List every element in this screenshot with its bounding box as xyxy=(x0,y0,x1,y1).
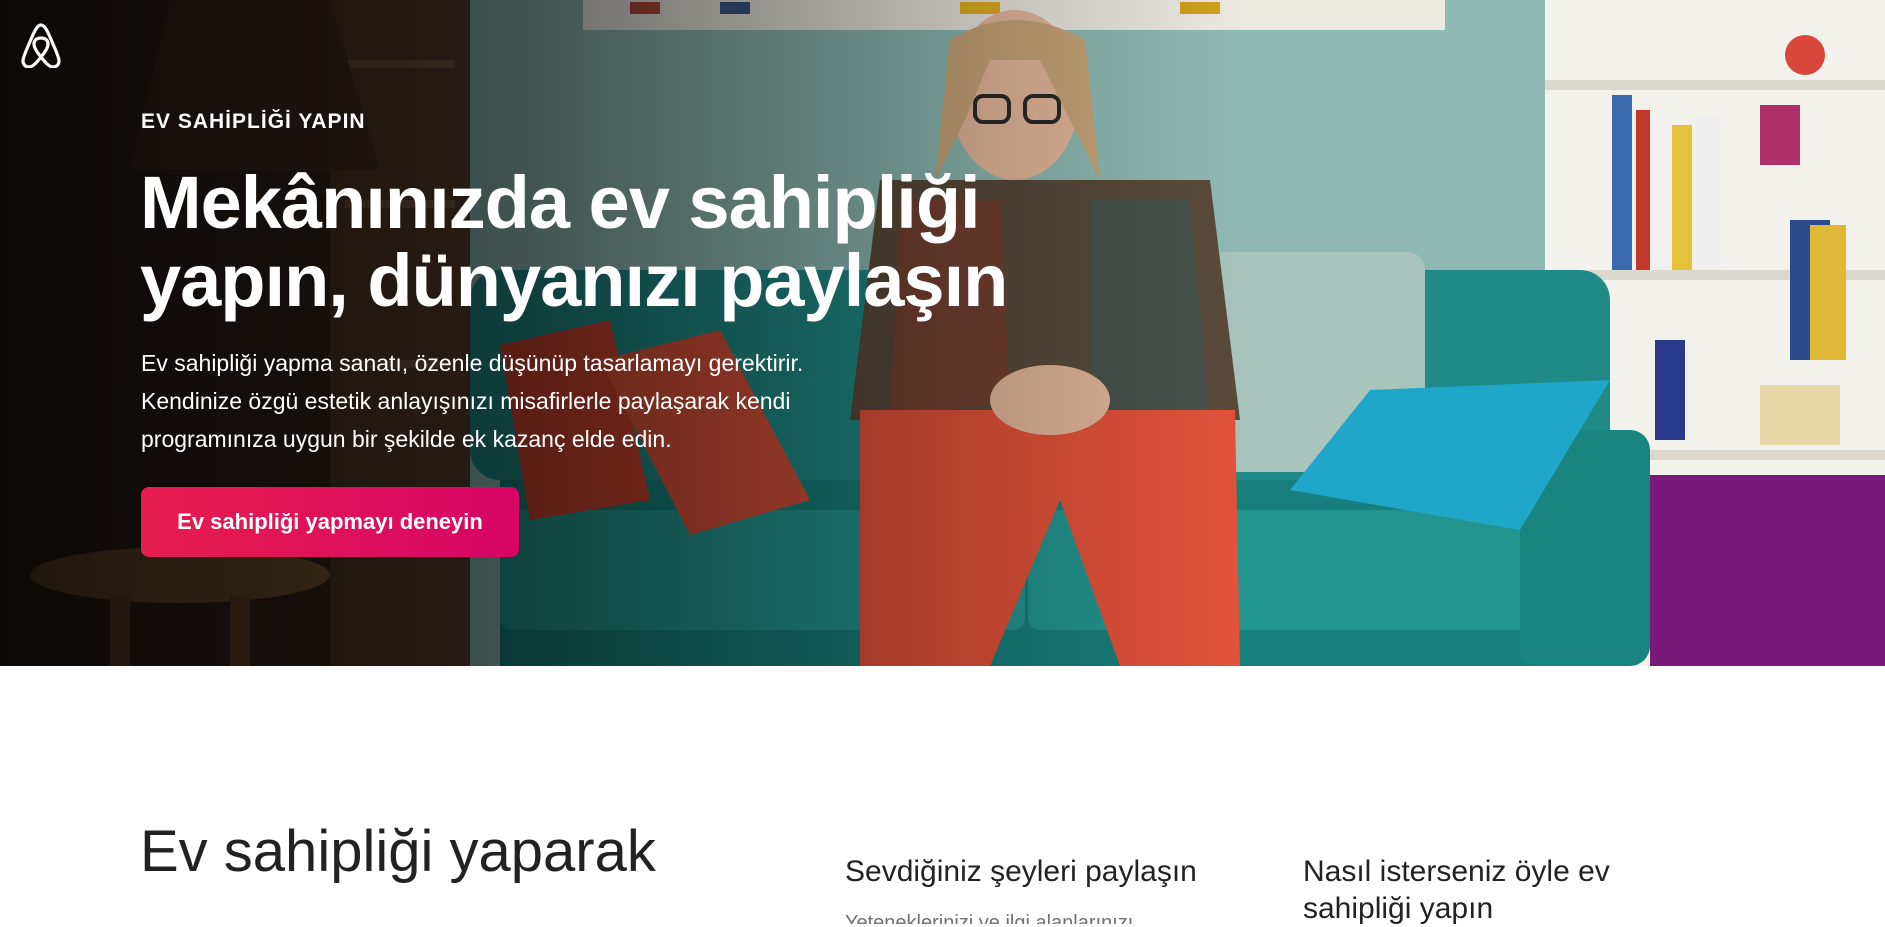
feature-title: Sevdiğiniz şeyleri paylaşın xyxy=(845,855,1197,888)
section-heading: Ev sahipliği yaparak xyxy=(140,819,656,884)
hero-gradient-overlay xyxy=(0,0,1885,666)
hero-title: Mekânınızda ev sahipliği yapın, dünyanız… xyxy=(140,161,1008,322)
hero-description-line: Ev sahipliği yapma sanatı, özenle düşünü… xyxy=(141,350,804,376)
hero-section: EV SAHİPLİĞİ YAPIN Mekânınızda ev sahipl… xyxy=(0,0,1885,666)
hero-description: Ev sahipliği yapma sanatı, özenle düşünü… xyxy=(141,344,901,458)
feature-title: Nasıl isterseniz öyle ev sahipliği yapın xyxy=(1303,855,1610,925)
hero-description-line: programınıza uygun bir şekilde ek kazanç… xyxy=(141,426,672,452)
airbnb-logo-icon[interactable] xyxy=(20,22,62,68)
feature-body: Yeteneklerinizi ve ilgi alanlarınızı xyxy=(845,912,1134,924)
hero-description-line: Kendinize özgü estetik anlayışınızı misa… xyxy=(141,388,791,414)
hero-eyebrow: EV SAHİPLİĞİ YAPIN xyxy=(141,110,366,133)
try-hosting-button[interactable]: Ev sahipliği yapmayı deneyin xyxy=(141,487,519,557)
